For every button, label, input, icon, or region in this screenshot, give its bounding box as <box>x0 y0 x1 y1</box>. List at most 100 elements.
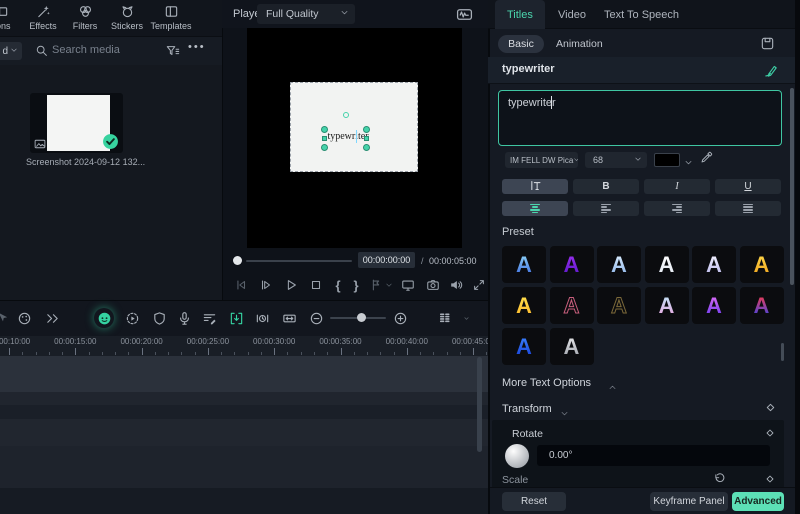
text-preset-8[interactable]: A <box>549 287 594 324</box>
font-family-dropdown[interactable]: IM FELL DW Pica <box>505 152 578 168</box>
mirror-display-button[interactable] <box>400 277 416 293</box>
timeline-track-6[interactable] <box>0 488 488 514</box>
subtab-animation[interactable]: Animation <box>556 38 603 50</box>
timeline-zoom-handle[interactable] <box>357 313 366 322</box>
timeline-track-4[interactable] <box>0 419 488 446</box>
keyframe-clock-button[interactable] <box>254 310 270 326</box>
stop-button[interactable] <box>308 277 324 293</box>
sort-dropdown[interactable]: d <box>0 42 22 60</box>
align-center-button[interactable] <box>502 201 568 216</box>
search-input[interactable]: Search media <box>52 44 120 56</box>
seek-handle[interactable] <box>233 256 242 265</box>
rotate-handle[interactable] <box>343 112 349 118</box>
timeline-track-3[interactable] <box>0 405 488 419</box>
rename-pen-icon[interactable] <box>764 63 779 83</box>
fullscreen-button[interactable] <box>471 277 487 293</box>
text-preset-2[interactable]: A <box>549 246 594 283</box>
text-preset-12[interactable]: A <box>739 287 784 324</box>
render-quality-icon[interactable] <box>456 6 473 28</box>
zoom-out-button[interactable] <box>308 310 324 326</box>
preview-canvas[interactable] <box>290 82 418 172</box>
preset-scrollbar[interactable] <box>781 343 784 361</box>
tab-titles[interactable]: Titles <box>495 0 545 29</box>
rotate-value-input[interactable]: 0.00° <box>537 445 770 466</box>
text-preset-1[interactable]: A <box>502 246 546 283</box>
selection-handle-nw[interactable] <box>321 126 328 133</box>
previous-frame-button[interactable] <box>233 277 249 293</box>
filter-sort-icon[interactable] <box>166 44 180 63</box>
mark-in-button[interactable]: { <box>330 277 346 293</box>
next-frame-button[interactable] <box>258 277 274 293</box>
current-timecode[interactable]: 00:00:00:00 <box>358 252 415 268</box>
play-button[interactable] <box>283 277 299 293</box>
toolbar-item-effects[interactable]: Effects <box>20 4 66 31</box>
motion-track-button[interactable] <box>96 310 112 326</box>
toolbar-item-filters[interactable]: Filters <box>62 4 108 31</box>
text-preset-4[interactable]: A <box>644 246 689 283</box>
media-thumbnail[interactable] <box>47 95 110 151</box>
bold-button[interactable]: B <box>573 179 639 194</box>
chevron-up-icon[interactable] <box>608 379 617 397</box>
timeline-ruler[interactable]: 00:00:10:00 00:00:15:00 00:00:20:00 00:00:2… <box>0 336 488 356</box>
subtitle-edit-button[interactable] <box>201 310 217 326</box>
advanced-button[interactable]: Advanced <box>732 492 784 511</box>
mark-out-button[interactable]: } <box>348 277 364 293</box>
text-preset-9[interactable]: A <box>597 287 641 324</box>
toolbar-item-templates[interactable]: Templates <box>148 4 194 31</box>
tab-text-to-speech[interactable]: Text To Speech <box>592 0 691 29</box>
toolbar-item-stickers[interactable]: Stickers <box>104 4 150 31</box>
shield-privacy-button[interactable] <box>151 310 167 326</box>
more-chevron-button[interactable] <box>458 310 474 326</box>
voiceover-mic-button[interactable] <box>176 310 192 326</box>
text-content-input[interactable]: typewriter <box>498 90 782 146</box>
keyframe-panel-button[interactable]: Keyframe Panel <box>650 492 728 511</box>
tab-video[interactable]: Video <box>546 0 598 29</box>
selection-handle-ne[interactable] <box>363 126 370 133</box>
font-color-swatch[interactable] <box>654 153 680 167</box>
selection-handle-sw[interactable] <box>321 144 328 151</box>
split-clip-button[interactable] <box>228 310 244 326</box>
palette-tool-button[interactable] <box>16 310 32 326</box>
timeline-track-main[interactable] <box>0 356 488 392</box>
italic-button[interactable]: I <box>644 179 710 194</box>
timeline-track-2[interactable] <box>0 392 488 405</box>
pointer-tool-button[interactable] <box>0 310 10 326</box>
mute-button[interactable] <box>448 277 464 293</box>
text-preset-13[interactable]: A <box>502 328 546 365</box>
snapshot-button[interactable] <box>425 277 441 293</box>
selection-handle-w[interactable] <box>322 136 327 141</box>
expand-tools-button[interactable] <box>44 310 60 326</box>
text-preset-6[interactable]: A <box>739 246 784 283</box>
timeline-track-5[interactable] <box>0 446 488 488</box>
more-options-button[interactable]: ••• <box>188 41 206 53</box>
render-preview-button[interactable] <box>124 310 140 326</box>
font-size-dropdown[interactable]: 68 <box>585 152 647 168</box>
underline-button[interactable]: U <box>715 179 781 194</box>
align-right-button[interactable] <box>644 201 710 216</box>
rotate-keyframe-icon[interactable] <box>764 426 776 444</box>
text-preset-10[interactable]: A <box>644 287 689 324</box>
chevron-down-icon[interactable] <box>684 154 693 172</box>
text-style-button[interactable] <box>502 179 568 194</box>
align-left-button[interactable] <box>573 201 639 216</box>
reset-button[interactable]: Reset <box>502 492 566 511</box>
transform-section-label[interactable]: Transform <box>502 403 552 415</box>
text-preset-7[interactable]: A <box>502 287 546 324</box>
fit-timeline-button[interactable] <box>281 310 297 326</box>
text-preset-5[interactable]: A <box>692 246 736 283</box>
rotate-knob[interactable] <box>505 444 529 468</box>
eyedropper-icon[interactable] <box>700 151 713 169</box>
seek-track[interactable] <box>246 260 352 262</box>
quality-dropdown[interactable]: Full Quality <box>257 4 355 24</box>
selection-handle-se[interactable] <box>363 144 370 151</box>
panel-scrollbar[interactable] <box>790 88 794 285</box>
marker-chevron-icon[interactable] <box>381 277 397 293</box>
transform-keyframe-icon[interactable] <box>764 401 777 419</box>
text-preset-11[interactable]: A <box>692 287 736 324</box>
subtab-basic[interactable]: Basic <box>498 35 544 53</box>
align-justify-button[interactable] <box>715 201 781 216</box>
zoom-in-button[interactable] <box>392 310 408 326</box>
timeline-scrollbar[interactable] <box>477 357 482 452</box>
text-preset-14[interactable]: A <box>549 328 594 365</box>
more-text-options[interactable]: More Text Options <box>502 377 591 389</box>
